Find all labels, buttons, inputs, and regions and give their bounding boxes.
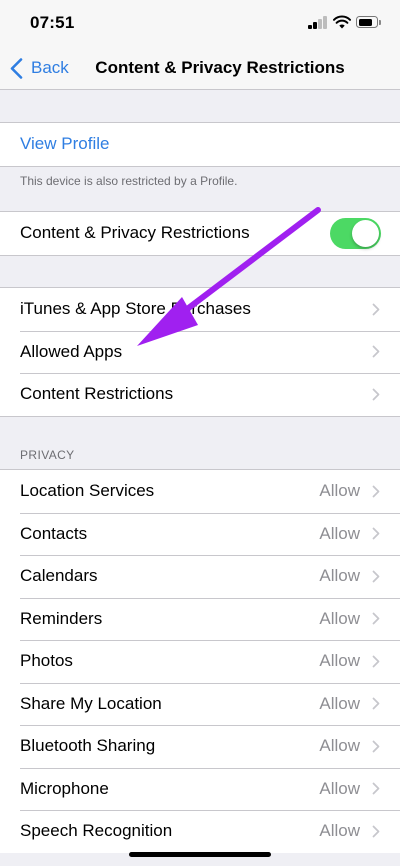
row-label: iTunes & App Store Purchases (20, 299, 251, 319)
row-contacts[interactable]: Contacts Allow (0, 512, 400, 556)
row-value: Allow (319, 736, 360, 756)
view-profile-label: View Profile (20, 134, 110, 154)
wifi-icon (333, 15, 351, 29)
cellular-signal-icon (308, 16, 328, 29)
row-label: Photos (20, 651, 73, 671)
chevron-right-icon (372, 655, 380, 668)
chevron-right-icon (372, 303, 380, 316)
row-value: Allow (319, 821, 360, 841)
chevron-right-icon (372, 388, 380, 401)
chevron-right-icon (372, 527, 380, 540)
row-value: Allow (319, 651, 360, 671)
privacy-section-header: PRIVACY (20, 448, 75, 462)
navigation-bar: Back Content & Privacy Restrictions (0, 44, 400, 90)
row-value: Allow (319, 693, 360, 713)
row-label: Allowed Apps (20, 341, 123, 361)
row-label: Calendars (20, 566, 98, 586)
toggle-knob (352, 219, 379, 247)
restrictions-toggle-group: Content & Privacy Restrictions (0, 211, 400, 256)
home-indicator[interactable] (129, 852, 271, 857)
restrictions-toggle-row: Content & Privacy Restrictions (0, 212, 400, 255)
chevron-right-icon (372, 345, 380, 358)
status-time: 07:51 (30, 13, 75, 32)
row-value: Allow (319, 481, 360, 501)
row-allowed-apps[interactable]: Allowed Apps (0, 330, 400, 374)
battery-icon (356, 16, 381, 28)
chevron-right-icon (372, 612, 380, 625)
restrictions-toggle-label: Content & Privacy Restrictions (20, 223, 250, 243)
row-label: Contacts (20, 523, 88, 543)
row-reminders[interactable]: Reminders Allow (0, 597, 400, 641)
row-calendars[interactable]: Calendars Allow (0, 555, 400, 598)
store-restrictions-group: iTunes & App Store Purchases Allowed App… (0, 287, 400, 417)
page-title: Content & Privacy Restrictions (95, 58, 345, 77)
row-speech-recognition[interactable]: Speech Recognition Allow (0, 810, 400, 853)
row-value: Allow (319, 608, 360, 628)
row-share-my-location[interactable]: Share My Location Allow (0, 682, 400, 726)
profile-group: View Profile (0, 122, 400, 167)
privacy-group: Location Services Allow Contacts Allow C… (0, 469, 400, 853)
row-label: Speech Recognition (20, 821, 173, 841)
row-label: Location Services (20, 481, 155, 501)
row-photos[interactable]: Photos Allow (0, 640, 400, 683)
restrictions-toggle-switch[interactable] (330, 217, 381, 249)
chevron-right-icon (372, 570, 380, 583)
row-value: Allow (319, 778, 360, 798)
status-bar: 07:51 (0, 0, 400, 44)
row-value: Allow (319, 523, 360, 543)
row-location-services[interactable]: Location Services Allow (0, 470, 400, 513)
chevron-right-icon (372, 825, 380, 838)
profile-footer-text: This device is also restricted by a Prof… (20, 174, 238, 188)
status-icons (308, 15, 381, 30)
row-microphone[interactable]: Microphone Allow (0, 767, 400, 811)
row-label: Share My Location (20, 693, 162, 713)
row-value: Allow (319, 566, 360, 586)
row-content-restrictions[interactable]: Content Restrictions (0, 373, 400, 416)
view-profile-button[interactable]: View Profile (0, 123, 400, 166)
row-label: Microphone (20, 778, 109, 798)
chevron-right-icon (372, 485, 380, 498)
chevron-right-icon (372, 782, 380, 795)
chevron-right-icon (372, 697, 380, 710)
row-label: Bluetooth Sharing (20, 736, 156, 756)
chevron-right-icon (372, 740, 380, 753)
row-itunes-app-store-purchases[interactable]: iTunes & App Store Purchases (0, 288, 400, 331)
row-label: Content Restrictions (20, 384, 174, 404)
row-label: Reminders (20, 608, 103, 628)
row-bluetooth-sharing[interactable]: Bluetooth Sharing Allow (0, 725, 400, 768)
